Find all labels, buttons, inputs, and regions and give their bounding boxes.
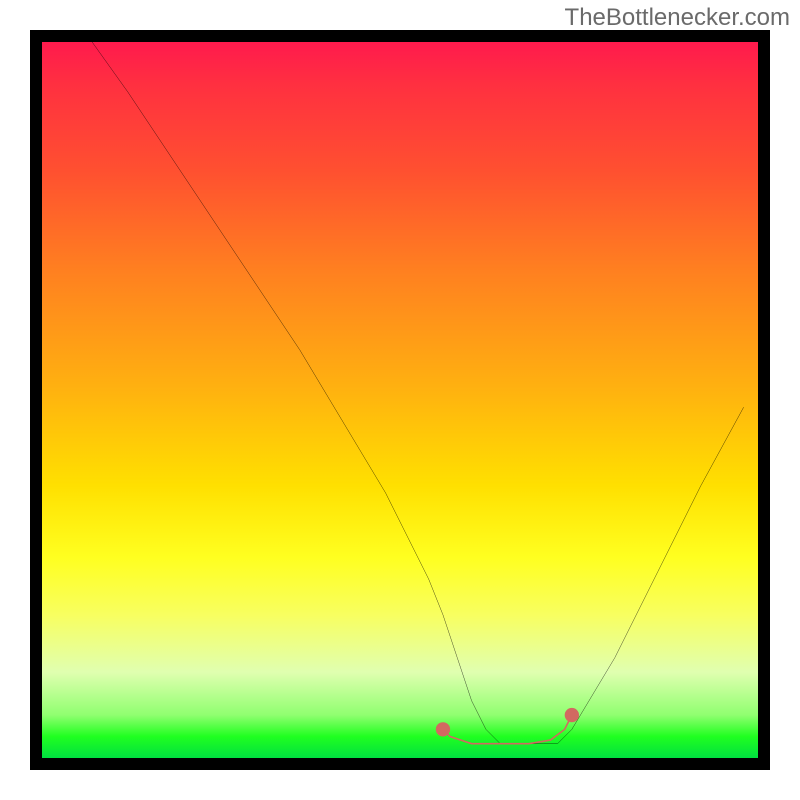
chart-svg: [42, 42, 758, 758]
optimal-range-path: [443, 715, 572, 744]
chart-container: TheBottlenecker.com: [0, 0, 800, 800]
plot-frame: [30, 30, 770, 770]
watermark-text: TheBottlenecker.com: [565, 4, 790, 32]
bottleneck-curve-path: [92, 42, 744, 744]
optimal-end-dot: [565, 708, 579, 722]
optimal-start-dot: [436, 722, 450, 736]
